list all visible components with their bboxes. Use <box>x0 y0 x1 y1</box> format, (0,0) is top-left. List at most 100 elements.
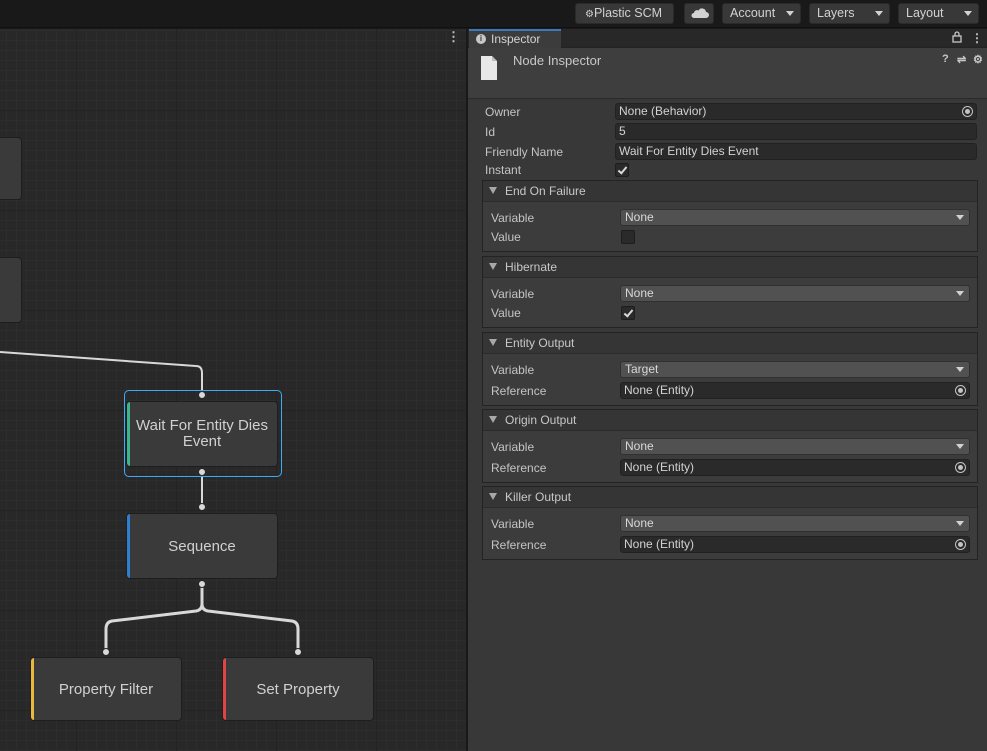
tab-label: Inspector <box>491 32 541 46</box>
foldout-arrow-icon <box>489 187 497 194</box>
variable-dropdown[interactable]: None <box>620 438 970 455</box>
foldout-arrow-icon <box>489 339 497 346</box>
inspector-title: Node Inspector <box>513 53 602 68</box>
node-label: Property Filter <box>58 680 154 698</box>
variable-label: Variable <box>491 517 535 531</box>
section-title: End On Failure <box>505 184 586 198</box>
node-property-filter[interactable]: Property Filter <box>30 657 182 721</box>
section-title: Entity Output <box>505 336 575 350</box>
layout-dropdown[interactable]: Layout <box>898 3 979 24</box>
checkmark-icon <box>617 164 628 175</box>
inspector-panel: i Inspector ⋮ Node Inspector ? ⇌ ⚙ Owner… <box>468 29 987 751</box>
reference-value: None (Entity) <box>624 460 695 474</box>
gear-icon[interactable]: ⚙ <box>973 53 983 66</box>
node-set-property[interactable]: Set Property <box>222 657 374 721</box>
chevron-down-icon <box>964 11 972 16</box>
instant-checkbox[interactable] <box>615 163 629 177</box>
plastic-scm-icon: ⚙ <box>585 9 594 20</box>
friendly-name-field[interactable]: Wait For Entity Dies Event <box>615 143 977 160</box>
variable-dropdown[interactable]: None <box>620 285 970 302</box>
reference-field[interactable]: None (Entity) <box>620 382 970 399</box>
reference-field[interactable]: None (Entity) <box>620 536 970 553</box>
foldout-arrow-icon <box>489 263 497 270</box>
variable-dropdown[interactable]: Target <box>620 361 970 378</box>
owner-value: None (Behavior) <box>619 104 707 118</box>
plastic-scm-button[interactable]: ⚙Plastic SCM <box>575 3 674 24</box>
help-icon[interactable]: ? <box>942 53 949 65</box>
variable-value: Target <box>625 362 659 376</box>
connection-wire <box>104 583 204 651</box>
object-picker-icon[interactable] <box>955 385 966 396</box>
layers-dropdown[interactable]: Layers <box>809 3 890 24</box>
offscreen-node[interactable] <box>0 137 22 200</box>
node-stripe <box>127 514 130 578</box>
reference-value: None (Entity) <box>624 383 695 397</box>
lock-icon[interactable] <box>952 31 962 43</box>
section-header[interactable]: Killer Output <box>483 487 977 508</box>
section-killer-output: Killer Output Variable None Reference No… <box>482 486 978 560</box>
node-wait-for-entity-dies-event[interactable]: Wait For Entity Dies Event <box>126 401 278 467</box>
chevron-down-icon <box>786 11 794 16</box>
reference-field[interactable]: None (Entity) <box>620 459 970 476</box>
section-header[interactable]: End On Failure <box>483 181 977 202</box>
object-picker-icon[interactable] <box>962 106 973 117</box>
section-entity-output: Entity Output Variable Target Reference … <box>482 332 978 406</box>
node-label: Sequence <box>168 537 236 555</box>
value-checkbox[interactable] <box>621 306 635 320</box>
object-picker-icon[interactable] <box>955 539 966 550</box>
id-label: Id <box>485 125 496 139</box>
variable-dropdown[interactable]: None <box>620 515 970 532</box>
owner-field[interactable]: None (Behavior) <box>615 103 977 120</box>
chevron-down-icon <box>956 444 964 449</box>
id-value: 5 <box>619 124 626 138</box>
section-title: Hibernate <box>505 260 558 274</box>
section-end-on-failure: End On Failure Variable None Value <box>482 180 978 252</box>
tab-menu-icon[interactable]: ⋮ <box>971 31 983 45</box>
node-stripe <box>223 658 226 720</box>
connection-wire <box>200 583 300 651</box>
friendly-name-value: Wait For Entity Dies Event <box>619 144 759 158</box>
variable-dropdown[interactable]: None <box>620 209 970 226</box>
node-stripe <box>31 658 34 720</box>
instant-label: Instant <box>485 163 522 177</box>
id-field[interactable]: 5 <box>615 123 977 140</box>
chevron-down-icon <box>875 11 883 16</box>
section-header[interactable]: Origin Output <box>483 410 977 431</box>
document-icon <box>481 56 497 80</box>
owner-label: Owner <box>485 105 521 119</box>
section-header[interactable]: Hibernate <box>483 257 977 278</box>
variable-label: Variable <box>491 211 535 225</box>
reference-label: Reference <box>491 461 547 475</box>
inspector-tab-bar: i Inspector ⋮ <box>468 29 987 48</box>
chevron-down-icon <box>956 367 964 372</box>
object-picker-icon[interactable] <box>955 462 966 473</box>
main-toolbar: ⚙Plastic SCM Account Layers Layout <box>0 0 987 28</box>
chevron-down-icon <box>956 521 964 526</box>
offscreen-node[interactable] <box>0 257 22 323</box>
tab-inspector[interactable]: i Inspector <box>469 29 561 48</box>
plastic-scm-label: Plastic SCM <box>593 6 663 20</box>
account-dropdown[interactable]: Account <box>722 3 801 24</box>
section-header[interactable]: Entity Output <box>483 333 977 354</box>
variable-label: Variable <box>491 287 535 301</box>
node-sequence[interactable]: Sequence <box>126 513 278 579</box>
layout-label: Layout <box>906 6 944 20</box>
inspector-header: Node Inspector ? ⇌ ⚙ <box>468 48 987 99</box>
variable-value: None <box>625 286 654 300</box>
reference-value: None (Entity) <box>624 537 695 551</box>
section-hibernate: Hibernate Variable None Value <box>482 256 978 328</box>
variable-label: Variable <box>491 440 535 454</box>
behavior-graph-canvas[interactable]: ⋮ Wait For Entity Dies Event Sequence Pr… <box>0 29 466 751</box>
node-label: Set Property <box>256 680 340 698</box>
preset-icon[interactable]: ⇌ <box>957 53 966 66</box>
variable-value: None <box>625 210 654 224</box>
value-checkbox[interactable] <box>621 230 635 244</box>
section-origin-output: Origin Output Variable None Reference No… <box>482 409 978 483</box>
info-icon: i <box>476 34 486 44</box>
node-label: Wait For Entity Dies Event <box>136 417 268 450</box>
cloud-button[interactable] <box>684 3 714 24</box>
cloud-icon <box>691 8 709 18</box>
connection-wire <box>0 351 203 394</box>
variable-value: None <box>625 439 654 453</box>
account-label: Account <box>730 6 776 20</box>
